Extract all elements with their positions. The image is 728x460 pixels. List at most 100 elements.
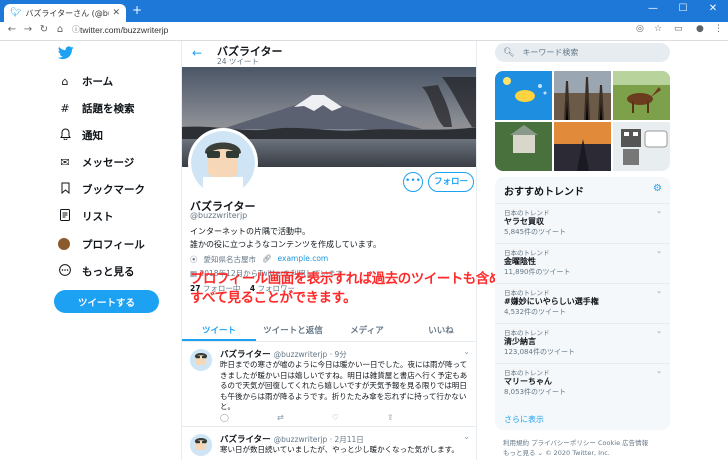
tweet-avatar[interactable] bbox=[190, 349, 212, 371]
search-icon: 🔍︎ bbox=[503, 47, 515, 58]
footer-links: 利用規約 プライバシーポリシー Cookie 広告情報 もっと見る ⌄ © 20… bbox=[503, 438, 673, 458]
follow-button[interactable]: フォロー bbox=[428, 172, 474, 192]
trend-item[interactable]: 日本のトレンド 清少納言 123,084件のツイート ⌄ bbox=[495, 323, 670, 363]
tab-tweets-replies[interactable]: ツイートと返信 bbox=[256, 324, 330, 336]
share-icon[interactable]: ⇪ bbox=[387, 413, 394, 422]
tab-close-icon[interactable]: ✕ bbox=[112, 8, 120, 18]
window-close-button[interactable]: ✕ bbox=[698, 3, 728, 14]
tweet-item[interactable]: バズライター @buzzwriterjp · 2月11日 ⌄ 寒い日が数日続いて… bbox=[182, 428, 476, 460]
twitter-logo-icon[interactable] bbox=[57, 46, 74, 62]
tab-media[interactable]: メディア bbox=[330, 324, 404, 336]
nav-label: ブックマーク bbox=[82, 183, 145, 196]
tab-tweets[interactable]: ツイート bbox=[182, 324, 256, 336]
tweet-name: バズライター bbox=[220, 435, 271, 445]
nav-more[interactable]: もっと見る bbox=[58, 263, 135, 279]
nav-explore[interactable]: # 話題を検索 bbox=[58, 100, 135, 116]
profile-tabs: ツイート ツイートと返信 メディア いいね bbox=[182, 320, 476, 342]
account-icon[interactable]: ● bbox=[696, 24, 704, 34]
profile-avatar bbox=[58, 238, 70, 250]
cast-icon[interactable]: ▭ bbox=[674, 24, 683, 34]
maximize-button[interactable]: ☐ bbox=[668, 3, 698, 14]
back-button[interactable]: ← bbox=[6, 24, 18, 35]
website-link[interactable]: example.com bbox=[278, 254, 329, 265]
more-options-button[interactable]: ••• bbox=[403, 172, 423, 192]
retweet-icon[interactable]: ⇄ bbox=[277, 413, 284, 422]
home-button[interactable]: ⌂ bbox=[54, 24, 66, 35]
chevron-down-icon[interactable]: ⌄ bbox=[463, 432, 470, 441]
profile-meta: ⦿ 愛知県名古屋市 🔗︎ example.com bbox=[190, 254, 328, 265]
tweet-meta: @buzzwriterjp · 9分 bbox=[273, 350, 347, 359]
search-placeholder: キーワード検索 bbox=[522, 48, 579, 57]
chevron-down-icon[interactable]: ⌄ bbox=[656, 287, 662, 295]
browser-tab[interactable]: 🐦︎ バズライターさん (@buzzwriterjp) / Twitter ✕ bbox=[4, 4, 126, 22]
search-input[interactable]: 🔍︎ キーワード検索 bbox=[495, 43, 670, 62]
nav-label: 通知 bbox=[82, 129, 103, 142]
hashtag-icon: # bbox=[60, 101, 70, 115]
gear-icon[interactable]: ⚙ bbox=[653, 183, 662, 194]
nav-label: 話題を検索 bbox=[82, 102, 135, 115]
profile-column: ← バズライター 24 ツイート ••• フォロー バズライター @buzzwr… bbox=[181, 41, 477, 460]
tweet-actions: ◯ ⇄ ♡ ⇪ bbox=[220, 413, 394, 422]
footer-line[interactable]: もっと見る ⌄ © 2020 Twitter, Inc. bbox=[503, 448, 673, 458]
nav-home[interactable]: ⌂ ホーム bbox=[58, 73, 114, 89]
mail-icon: ✉ bbox=[60, 155, 70, 169]
trends-panel: おすすめトレンド ⚙ 日本のトレンド ヤラセ買収 5,845件のツイート ⌄ 日… bbox=[495, 177, 670, 430]
annotation-line: すべて見ることができます。 bbox=[190, 290, 357, 306]
list-icon bbox=[58, 208, 72, 224]
chevron-down-icon[interactable]: ⌄ bbox=[656, 327, 662, 335]
trend-count: 11,890件のツイート bbox=[504, 268, 571, 276]
tweet-author: バズライター @buzzwriterjp · 2月11日 bbox=[220, 433, 364, 445]
trends-title: おすすめトレンド bbox=[504, 187, 584, 198]
footer-line[interactable]: 利用規約 プライバシーポリシー Cookie 広告情報 bbox=[503, 438, 673, 448]
reload-button[interactable]: ↻ bbox=[38, 24, 50, 35]
like-icon[interactable]: ♡ bbox=[332, 413, 339, 422]
extension-icon[interactable]: ◎ bbox=[636, 24, 644, 34]
tweet-count: 24 ツイート bbox=[217, 57, 259, 66]
bio-line: 誰かの役に立つようなコンテンツを作成しています。 bbox=[190, 240, 381, 249]
media-grid bbox=[495, 71, 670, 171]
nav-label: ホーム bbox=[82, 75, 114, 88]
reply-icon[interactable]: ◯ bbox=[220, 413, 229, 422]
forward-button[interactable]: → bbox=[22, 24, 34, 35]
chevron-down-icon[interactable]: ⌄ bbox=[656, 367, 662, 375]
browser-tabbar: 🐦︎ バズライターさん (@buzzwriterjp) / Twitter ✕ … bbox=[0, 0, 728, 22]
profile-header-bar: ← バズライター 24 ツイート bbox=[182, 41, 476, 67]
home-icon: ⌂ bbox=[61, 74, 69, 88]
url-field[interactable]: twitter.com/buzzwriterjp bbox=[80, 25, 168, 35]
nav-label: プロフィール bbox=[82, 238, 145, 251]
nav-messages[interactable]: ✉ メッセージ bbox=[58, 154, 134, 170]
bio-line: インターネットの片隅で活動中。 bbox=[190, 227, 310, 236]
nav-lists[interactable]: リスト bbox=[58, 208, 114, 224]
trend-count: 8,053件のツイート bbox=[504, 388, 567, 396]
trend-item[interactable]: 日本のトレンド マリーちゃん 8,053件のツイート ⌄ bbox=[495, 363, 670, 403]
show-more-link[interactable]: さらに表示 bbox=[504, 414, 544, 425]
menu-icon[interactable]: ⋮ bbox=[714, 24, 723, 34]
nav-label: もっと見る bbox=[82, 265, 135, 278]
nav-notifications[interactable]: 通知 bbox=[58, 127, 103, 143]
nav-bookmarks[interactable]: ブックマーク bbox=[58, 181, 145, 197]
tab-likes[interactable]: いいね bbox=[404, 324, 476, 336]
tweet-avatar[interactable] bbox=[190, 434, 212, 456]
minimize-button[interactable]: — bbox=[638, 3, 668, 14]
tweet-item[interactable]: バズライター @buzzwriterjp · 9分 ⌄ 昨日までの寒さが嘘のよう… bbox=[182, 343, 476, 427]
twitter-favicon-icon: 🐦︎ bbox=[10, 8, 22, 18]
chevron-down-icon[interactable]: ⌄ bbox=[463, 347, 470, 356]
bookmark-star-icon[interactable]: ☆ bbox=[654, 24, 662, 34]
bell-icon bbox=[58, 127, 72, 143]
tweet-button[interactable]: ツイートする bbox=[54, 290, 159, 313]
chevron-down-icon[interactable]: ⌄ bbox=[656, 247, 662, 255]
trend-name: 金曜陰性 bbox=[504, 257, 536, 266]
annotation-overlay: プロフィール画面を表示すれば過去のツイートも含めて すべて見ることができます。 bbox=[190, 270, 515, 308]
nav-profile[interactable]: プロフィール bbox=[58, 236, 145, 252]
tab-title: バズライターさん (@buzzwriterjp) / Twitter bbox=[25, 8, 109, 18]
tweet-meta: @buzzwriterjp · 2月11日 bbox=[273, 435, 364, 444]
trend-item[interactable]: 日本のトレンド 金曜陰性 11,890件のツイート ⌄ bbox=[495, 243, 670, 283]
chevron-down-icon[interactable]: ⌄ bbox=[656, 207, 662, 215]
link-icon: 🔗︎ bbox=[262, 254, 272, 263]
trend-item[interactable]: 日本のトレンド #嫌妙にいやらしい選手権 4,532件のツイート ⌄ bbox=[495, 283, 670, 323]
new-tab-button[interactable]: + bbox=[130, 3, 144, 17]
trend-name: #嫌妙にいやらしい選手権 bbox=[504, 297, 599, 306]
back-arrow-icon[interactable]: ← bbox=[192, 46, 202, 60]
profile-avatar-large[interactable] bbox=[188, 128, 258, 198]
trend-item[interactable]: 日本のトレンド ヤラセ買収 5,845件のツイート ⌄ bbox=[495, 203, 670, 243]
